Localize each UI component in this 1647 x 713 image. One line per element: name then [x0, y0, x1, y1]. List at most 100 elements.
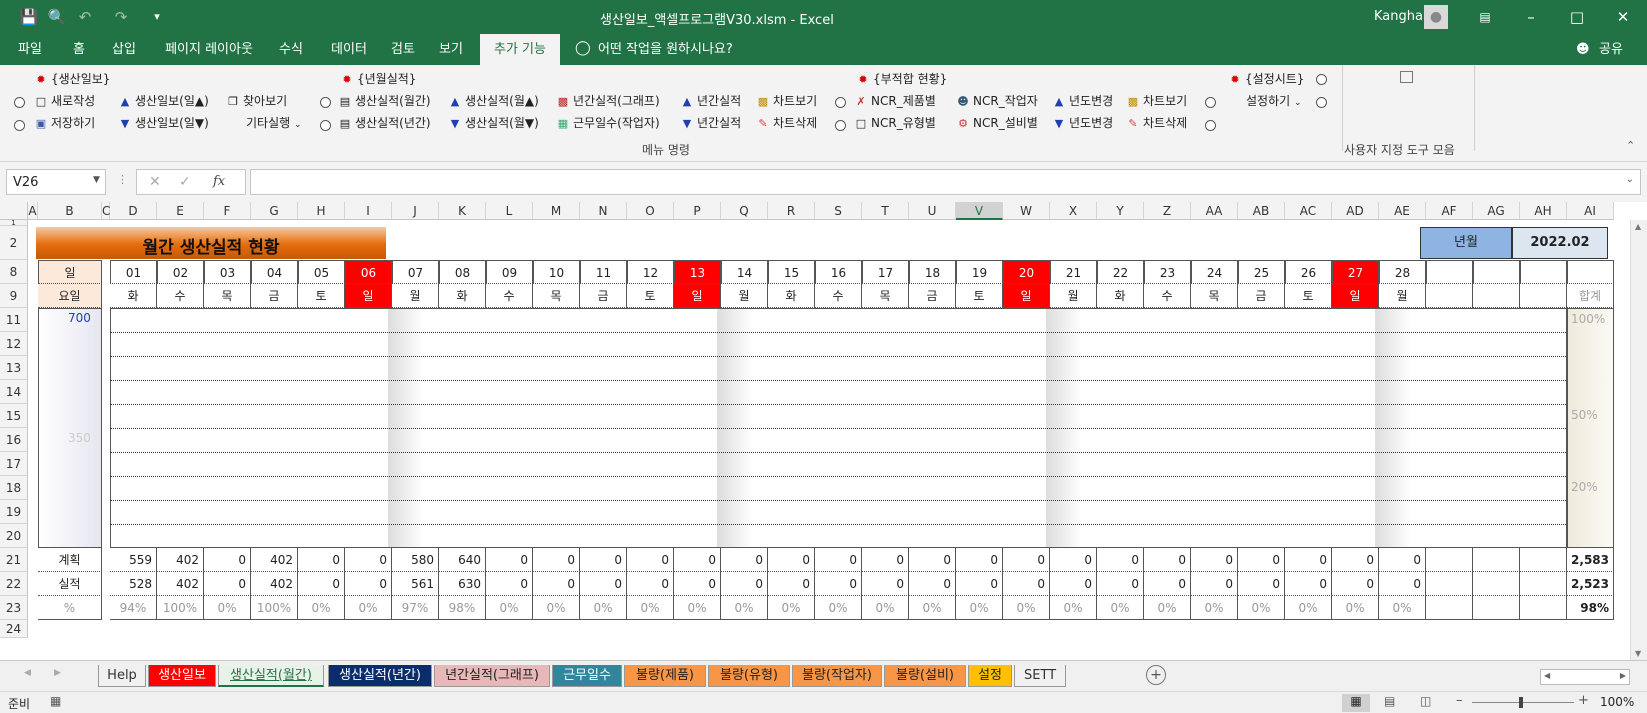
pct-cell[interactable]: 0% [674, 596, 721, 620]
pct-total[interactable]: 98% [1567, 596, 1614, 620]
month-down-button[interactable]: ▼ 생산실적(월▼) [448, 113, 539, 133]
page-break-view-icon[interactable]: ◫ [1420, 694, 1431, 708]
plan-cell[interactable]: 402 [251, 548, 298, 572]
plan-cell[interactable]: 0 [486, 548, 533, 572]
plan-cell[interactable]: 0 [815, 548, 862, 572]
pct-cell[interactable]: 0% [627, 596, 674, 620]
sheet-tab[interactable]: 생산실적(년간) [328, 665, 432, 687]
actual-total[interactable]: 2,523 [1567, 572, 1614, 596]
day-cell[interactable]: 17 [862, 260, 909, 284]
pct-cell[interactable]: 0% [1003, 596, 1050, 620]
pct-cell[interactable]: 98% [439, 596, 486, 620]
column-header[interactable]: O [627, 202, 674, 220]
chart-view2-button[interactable]: ▩ 차트보기 [1126, 91, 1187, 111]
day-cell[interactable]: 27 [1332, 260, 1379, 284]
day-cell[interactable]: 25 [1238, 260, 1285, 284]
column-header[interactable]: E [157, 202, 204, 220]
ribbon-display-icon[interactable]: ▤ [1462, 0, 1508, 34]
year-month-value[interactable]: 2022.02 [1512, 227, 1608, 259]
actual-cell[interactable] [1473, 572, 1520, 596]
yearly-down-button[interactable]: ▼ 년간실적 [680, 113, 741, 133]
column-header[interactable]: AB [1238, 202, 1285, 220]
weekday-cell[interactable]: 일 [1003, 284, 1050, 308]
actual-cell[interactable]: 630 [439, 572, 486, 596]
year-up-button[interactable]: ▲ 년도변경 [1052, 91, 1113, 111]
pct-cell[interactable]: 0% [1285, 596, 1332, 620]
actual-cell[interactable]: 0 [1285, 572, 1332, 596]
day-cell[interactable]: 12 [627, 260, 674, 284]
plan-total[interactable]: 2,583 [1567, 548, 1614, 572]
plan-cell[interactable] [1473, 548, 1520, 572]
pct-cell[interactable] [1520, 596, 1567, 620]
pct-cell[interactable]: 100% [157, 596, 204, 620]
plan-cell[interactable]: 0 [721, 548, 768, 572]
row-header[interactable]: 16 [0, 428, 28, 452]
row-header[interactable]: 18 [0, 476, 28, 500]
actual-cell[interactable]: 0 [204, 572, 251, 596]
column-header[interactable]: I [345, 202, 392, 220]
column-header[interactable]: W [1003, 202, 1050, 220]
save-sheet-button[interactable]: ▣ 저장하기 [34, 113, 95, 133]
column-header[interactable]: Q [721, 202, 768, 220]
horizontal-scrollbar[interactable]: ◀ ▶ [1540, 669, 1630, 685]
plan-cell[interactable]: 640 [439, 548, 486, 572]
option-radio[interactable] [14, 120, 25, 131]
plan-cell[interactable]: 0 [862, 548, 909, 572]
plan-cell[interactable]: 0 [1144, 548, 1191, 572]
plan-cell[interactable]: 0 [1097, 548, 1144, 572]
maximize-icon[interactable]: □ [1554, 0, 1600, 34]
workdays-button[interactable]: ▦ 근무일수(작업자) [556, 113, 660, 133]
zoom-slider[interactable] [1472, 702, 1574, 703]
option-radio[interactable] [835, 120, 846, 131]
weekday-cell[interactable]: 월 [1050, 284, 1097, 308]
pct-cell[interactable]: 0% [768, 596, 815, 620]
share-icon[interactable]: ☻ [1576, 42, 1590, 57]
column-header[interactable]: AD [1332, 202, 1379, 220]
zoom-level[interactable]: 100% [1600, 695, 1634, 709]
pct-cell[interactable]: 0% [1097, 596, 1144, 620]
pct-cell[interactable]: 0% [1144, 596, 1191, 620]
chart-view-button[interactable]: ▩ 차트보기 [756, 91, 817, 111]
actual-cell[interactable]: 0 [1332, 572, 1379, 596]
weekday-cell[interactable]: 금 [1238, 284, 1285, 308]
scroll-right-icon[interactable]: ▶ [1620, 671, 1626, 680]
day-cell[interactable]: 02 [157, 260, 204, 284]
tab-add-ins[interactable]: 추가 기능 [480, 34, 560, 65]
column-header[interactable]: AH [1520, 202, 1567, 220]
weekday-cell[interactable]: 화 [110, 284, 157, 308]
pct-cell[interactable]: 0% [1238, 596, 1285, 620]
pct-cell[interactable]: 0% [1191, 596, 1238, 620]
pct-cell[interactable]: 0% [580, 596, 627, 620]
tab-file[interactable]: 파일 [10, 34, 50, 65]
insert-function-icon[interactable]: fx [213, 174, 225, 189]
weekday-cell[interactable]: 월 [1379, 284, 1426, 308]
day-cell[interactable]: 04 [251, 260, 298, 284]
column-header[interactable]: T [862, 202, 909, 220]
weekday-cell[interactable]: 월 [392, 284, 439, 308]
plan-cell[interactable]: 559 [110, 548, 157, 572]
day-cell[interactable]: 10 [533, 260, 580, 284]
column-header[interactable]: N [580, 202, 627, 220]
plan-cell[interactable]: 0 [533, 548, 580, 572]
normal-view-icon[interactable]: ▦ [1342, 694, 1370, 712]
row-header[interactable]: 14 [0, 380, 28, 404]
weekday-cell[interactable] [1426, 284, 1473, 308]
column-header[interactable]: Y [1097, 202, 1144, 220]
weekday-cell[interactable]: 금 [909, 284, 956, 308]
column-header[interactable]: X [1050, 202, 1097, 220]
pct-cell[interactable]: 0% [956, 596, 1003, 620]
row-header[interactable]: 11 [0, 308, 28, 332]
plan-cell[interactable]: 0 [1050, 548, 1097, 572]
cancel-icon[interactable]: ✕ [149, 174, 161, 190]
sheet-tab[interactable]: 불량(제품) [624, 665, 706, 687]
day-cell[interactable]: 23 [1144, 260, 1191, 284]
weekday-cell[interactable]: 토 [956, 284, 1003, 308]
row-header[interactable]: 21 [0, 548, 28, 572]
row-header[interactable]: 23 [0, 596, 28, 620]
weekday-cell[interactable]: 수 [815, 284, 862, 308]
option-radio[interactable] [1205, 120, 1216, 131]
ncr-equip-button[interactable]: ⚙ NCR_설비별 [956, 113, 1038, 133]
actual-cell[interactable]: 0 [815, 572, 862, 596]
day-cell[interactable]: 03 [204, 260, 251, 284]
pct-cell[interactable]: 100% [251, 596, 298, 620]
